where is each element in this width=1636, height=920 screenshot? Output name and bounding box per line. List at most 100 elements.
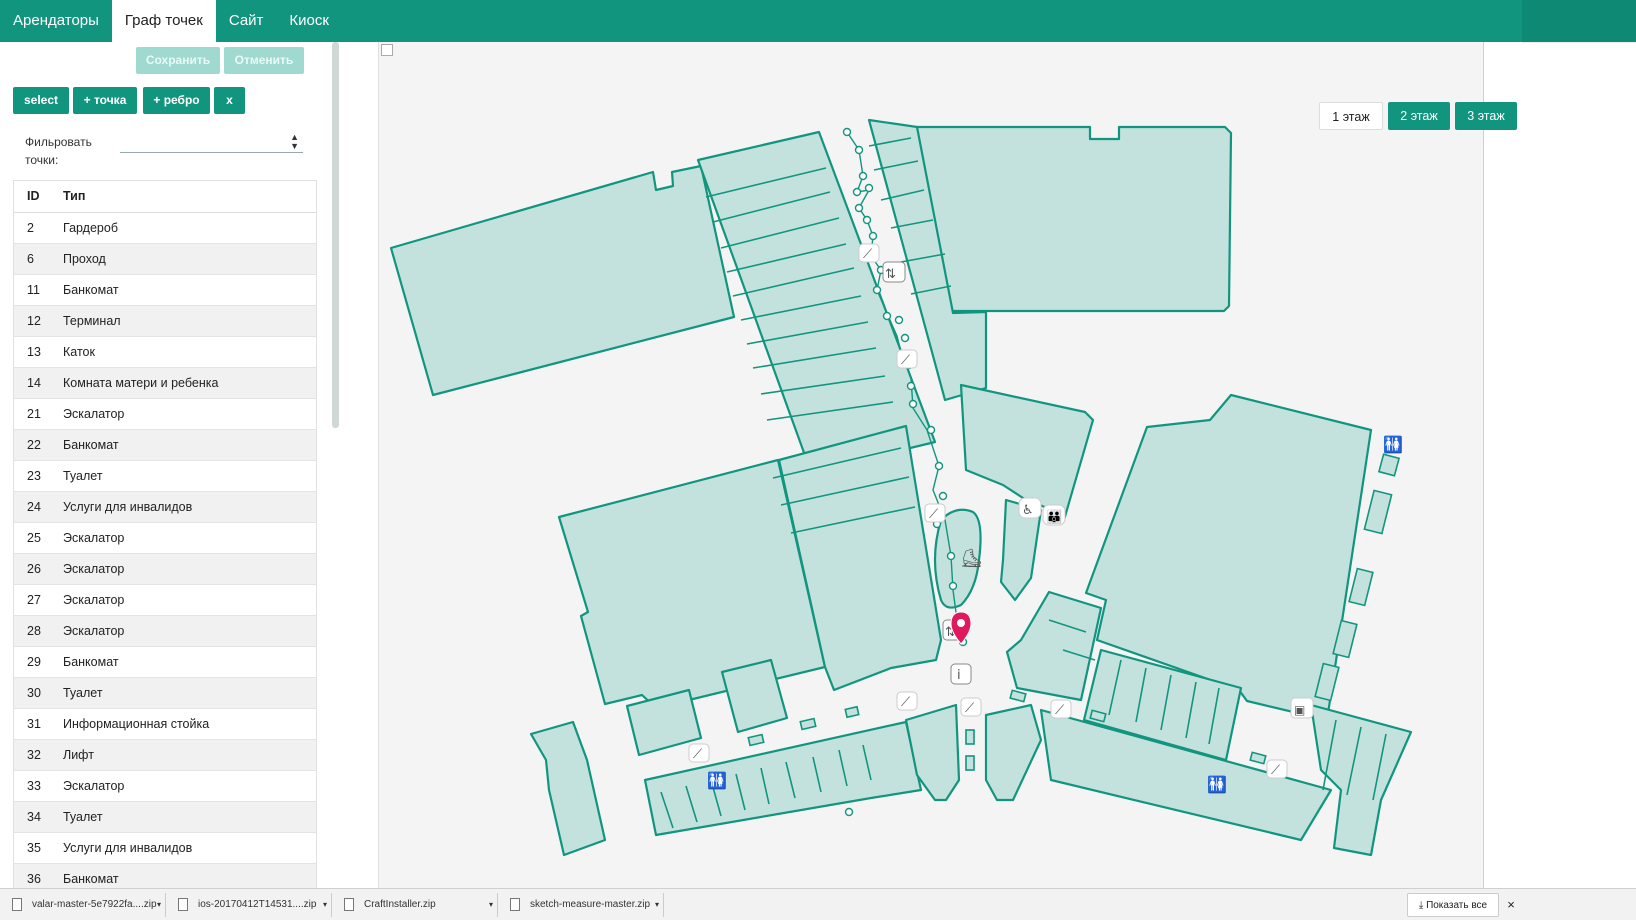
floor-2-button[interactable]: 2 этаж: [1388, 102, 1450, 130]
add-edge-button[interactable]: + ребро: [143, 87, 210, 114]
point-id: 34: [14, 801, 50, 833]
floor-1-button[interactable]: 1 этаж: [1319, 102, 1383, 130]
map-store: [557, 458, 827, 710]
select-tool-button[interactable]: select: [13, 87, 69, 114]
show-all-downloads-button[interactable]: ⤓ Показать все: [1407, 893, 1499, 917]
svg-text:♿: ♿: [1022, 503, 1034, 518]
download-filename: CraftInstaller.zip: [364, 899, 436, 910]
download-filename: ios-20170412T14531....zip: [198, 899, 317, 910]
save-button[interactable]: Сохранить: [136, 47, 220, 74]
download-item[interactable]: sketch-measure-master.zip ▾: [502, 893, 664, 917]
point-type: Комната матери и ребенка: [50, 367, 316, 399]
svg-text:⟋: ⟋: [863, 247, 873, 262]
point-type: Туалет: [50, 801, 316, 833]
escalator-icon: ⟋: [896, 349, 918, 369]
table-row[interactable]: 2 Гардероб: [14, 212, 316, 244]
point-id: 6: [14, 243, 50, 275]
point-type: Услуги для инвалидов: [50, 832, 316, 864]
floor-plan[interactable]: ⟋ ⇅ ⟋ ⟋ ⛸ ♿ 👪 ⇅ i ⟋ ⟋ ⟋ ⟋ ⟋ 🚻 ▣ 🚻 🚻: [379, 42, 1485, 888]
point-id: 31: [14, 708, 50, 740]
map-store: [529, 720, 607, 857]
tab-kiosk[interactable]: Киоск: [276, 0, 342, 42]
chevron-down-icon[interactable]: ▾: [655, 893, 659, 917]
table-row[interactable]: 11 Банкомат: [14, 274, 316, 306]
table-row[interactable]: 24 Услуги для инвалидов: [14, 491, 316, 523]
tab-site[interactable]: Сайт: [216, 0, 277, 42]
point-id: 2: [14, 212, 50, 244]
table-row[interactable]: 14 Комната матери и ребенка: [14, 367, 316, 399]
table-row[interactable]: 12 Терминал: [14, 305, 316, 337]
point-type: Эскалатор: [50, 553, 316, 585]
tab-tenants[interactable]: Арендаторы: [0, 0, 112, 42]
map-canvas[interactable]: ⟋ ⇅ ⟋ ⟋ ⛸ ♿ 👪 ⇅ i ⟋ ⟋ ⟋ ⟋ ⟋ 🚻 ▣ 🚻 🚻 1 эт…: [378, 42, 1517, 888]
filter-label: Фильровать точки:: [25, 135, 92, 167]
table-row[interactable]: 31 Информационная стойка: [14, 708, 316, 740]
tab-point-graph[interactable]: Граф точек: [111, 0, 216, 42]
point-type: Эскалатор: [50, 522, 316, 554]
table-row[interactable]: 27 Эскалатор: [14, 584, 316, 616]
table-row[interactable]: 34 Туалет: [14, 801, 316, 833]
left-panel-scrollbar[interactable]: [332, 42, 339, 428]
floor-3-button[interactable]: 3 этаж: [1455, 102, 1517, 130]
accessibility-icon: ♿: [1018, 497, 1042, 519]
points-table: ID Тип 2 Гардероб 6 Проход 11 Банкомат 12 Терми…: [14, 181, 316, 888]
point-type: Туалет: [50, 460, 316, 492]
point-id: 24: [14, 491, 50, 523]
filter-select[interactable]: ▲ ▼: [120, 133, 303, 153]
table-row[interactable]: 23 Туалет: [14, 460, 316, 492]
table-row[interactable]: 6 Проход: [14, 243, 316, 275]
column-header-id: ID: [14, 181, 50, 213]
map-store: [389, 164, 736, 397]
cancel-button[interactable]: Отменить: [224, 47, 304, 74]
svg-text:▣: ▣: [1294, 703, 1305, 717]
table-row[interactable]: 32 Лифт: [14, 739, 316, 771]
svg-text:⟋: ⟋: [929, 507, 939, 522]
table-row[interactable]: 35 Услуги для инвалидов: [14, 832, 316, 864]
table-row[interactable]: 22 Банкомат: [14, 429, 316, 461]
point-type: Лифт: [50, 739, 316, 771]
table-row[interactable]: 33 Эскалатор: [14, 770, 316, 802]
table-row[interactable]: 25 Эскалатор: [14, 522, 316, 554]
point-id: 21: [14, 398, 50, 430]
svg-text:⟋: ⟋: [1055, 703, 1065, 718]
download-item[interactable]: valar-master-5e7922fa....zip ▾: [4, 893, 166, 917]
point-id: 29: [14, 646, 50, 678]
svg-text:🚻: 🚻: [707, 771, 727, 790]
toilet-icon: 🚻: [707, 771, 727, 790]
point-id: 33: [14, 770, 50, 802]
table-row[interactable]: 13 Каток: [14, 336, 316, 368]
download-item[interactable]: CraftInstaller.zip ▾: [336, 893, 498, 917]
table-row[interactable]: 26 Эскалатор: [14, 553, 316, 585]
chevron-down-icon[interactable]: ▾: [157, 893, 161, 917]
table-row[interactable]: 30 Туалет: [14, 677, 316, 709]
close-downloads-button[interactable]: ×: [1504, 893, 1518, 917]
chevron-down-icon[interactable]: ▾: [489, 893, 493, 917]
add-point-button[interactable]: + точка: [73, 87, 137, 114]
table-row[interactable]: 21 Эскалатор: [14, 398, 316, 430]
point-id: 28: [14, 615, 50, 647]
point-id: 35: [14, 832, 50, 864]
svg-text:⛸: ⛸: [960, 548, 983, 569]
table-row[interactable]: 36 Банкомат: [14, 863, 316, 888]
svg-text:⟋: ⟋: [693, 747, 703, 762]
download-item[interactable]: ios-20170412T14531....zip ▾: [170, 893, 332, 917]
svg-text:🚻: 🚻: [1207, 775, 1227, 794]
svg-text:⟋: ⟋: [965, 701, 975, 716]
point-id: 30: [14, 677, 50, 709]
escalator-icon: ⟋: [688, 743, 710, 763]
table-row[interactable]: 28 Эскалатор: [14, 615, 316, 647]
escalator-icon: ⟋: [896, 691, 918, 711]
table-row[interactable]: 29 Банкомат: [14, 646, 316, 678]
svg-text:⟋: ⟋: [1271, 763, 1281, 778]
point-id: 23: [14, 460, 50, 492]
chevron-down-icon[interactable]: ▾: [323, 893, 327, 917]
delete-button[interactable]: x: [214, 87, 245, 114]
downloads-bar: valar-master-5e7922fa....zip ▾ ios-20170…: [0, 888, 1636, 920]
file-icon: [178, 898, 188, 911]
info-desk-icon: i: [950, 663, 972, 685]
map-store: [914, 125, 1233, 313]
escalator-icon: ⟋: [1266, 759, 1288, 779]
point-type: Туалет: [50, 677, 316, 709]
table-header-row: ID Тип: [14, 181, 316, 213]
point-type: Гардероб: [50, 212, 316, 244]
